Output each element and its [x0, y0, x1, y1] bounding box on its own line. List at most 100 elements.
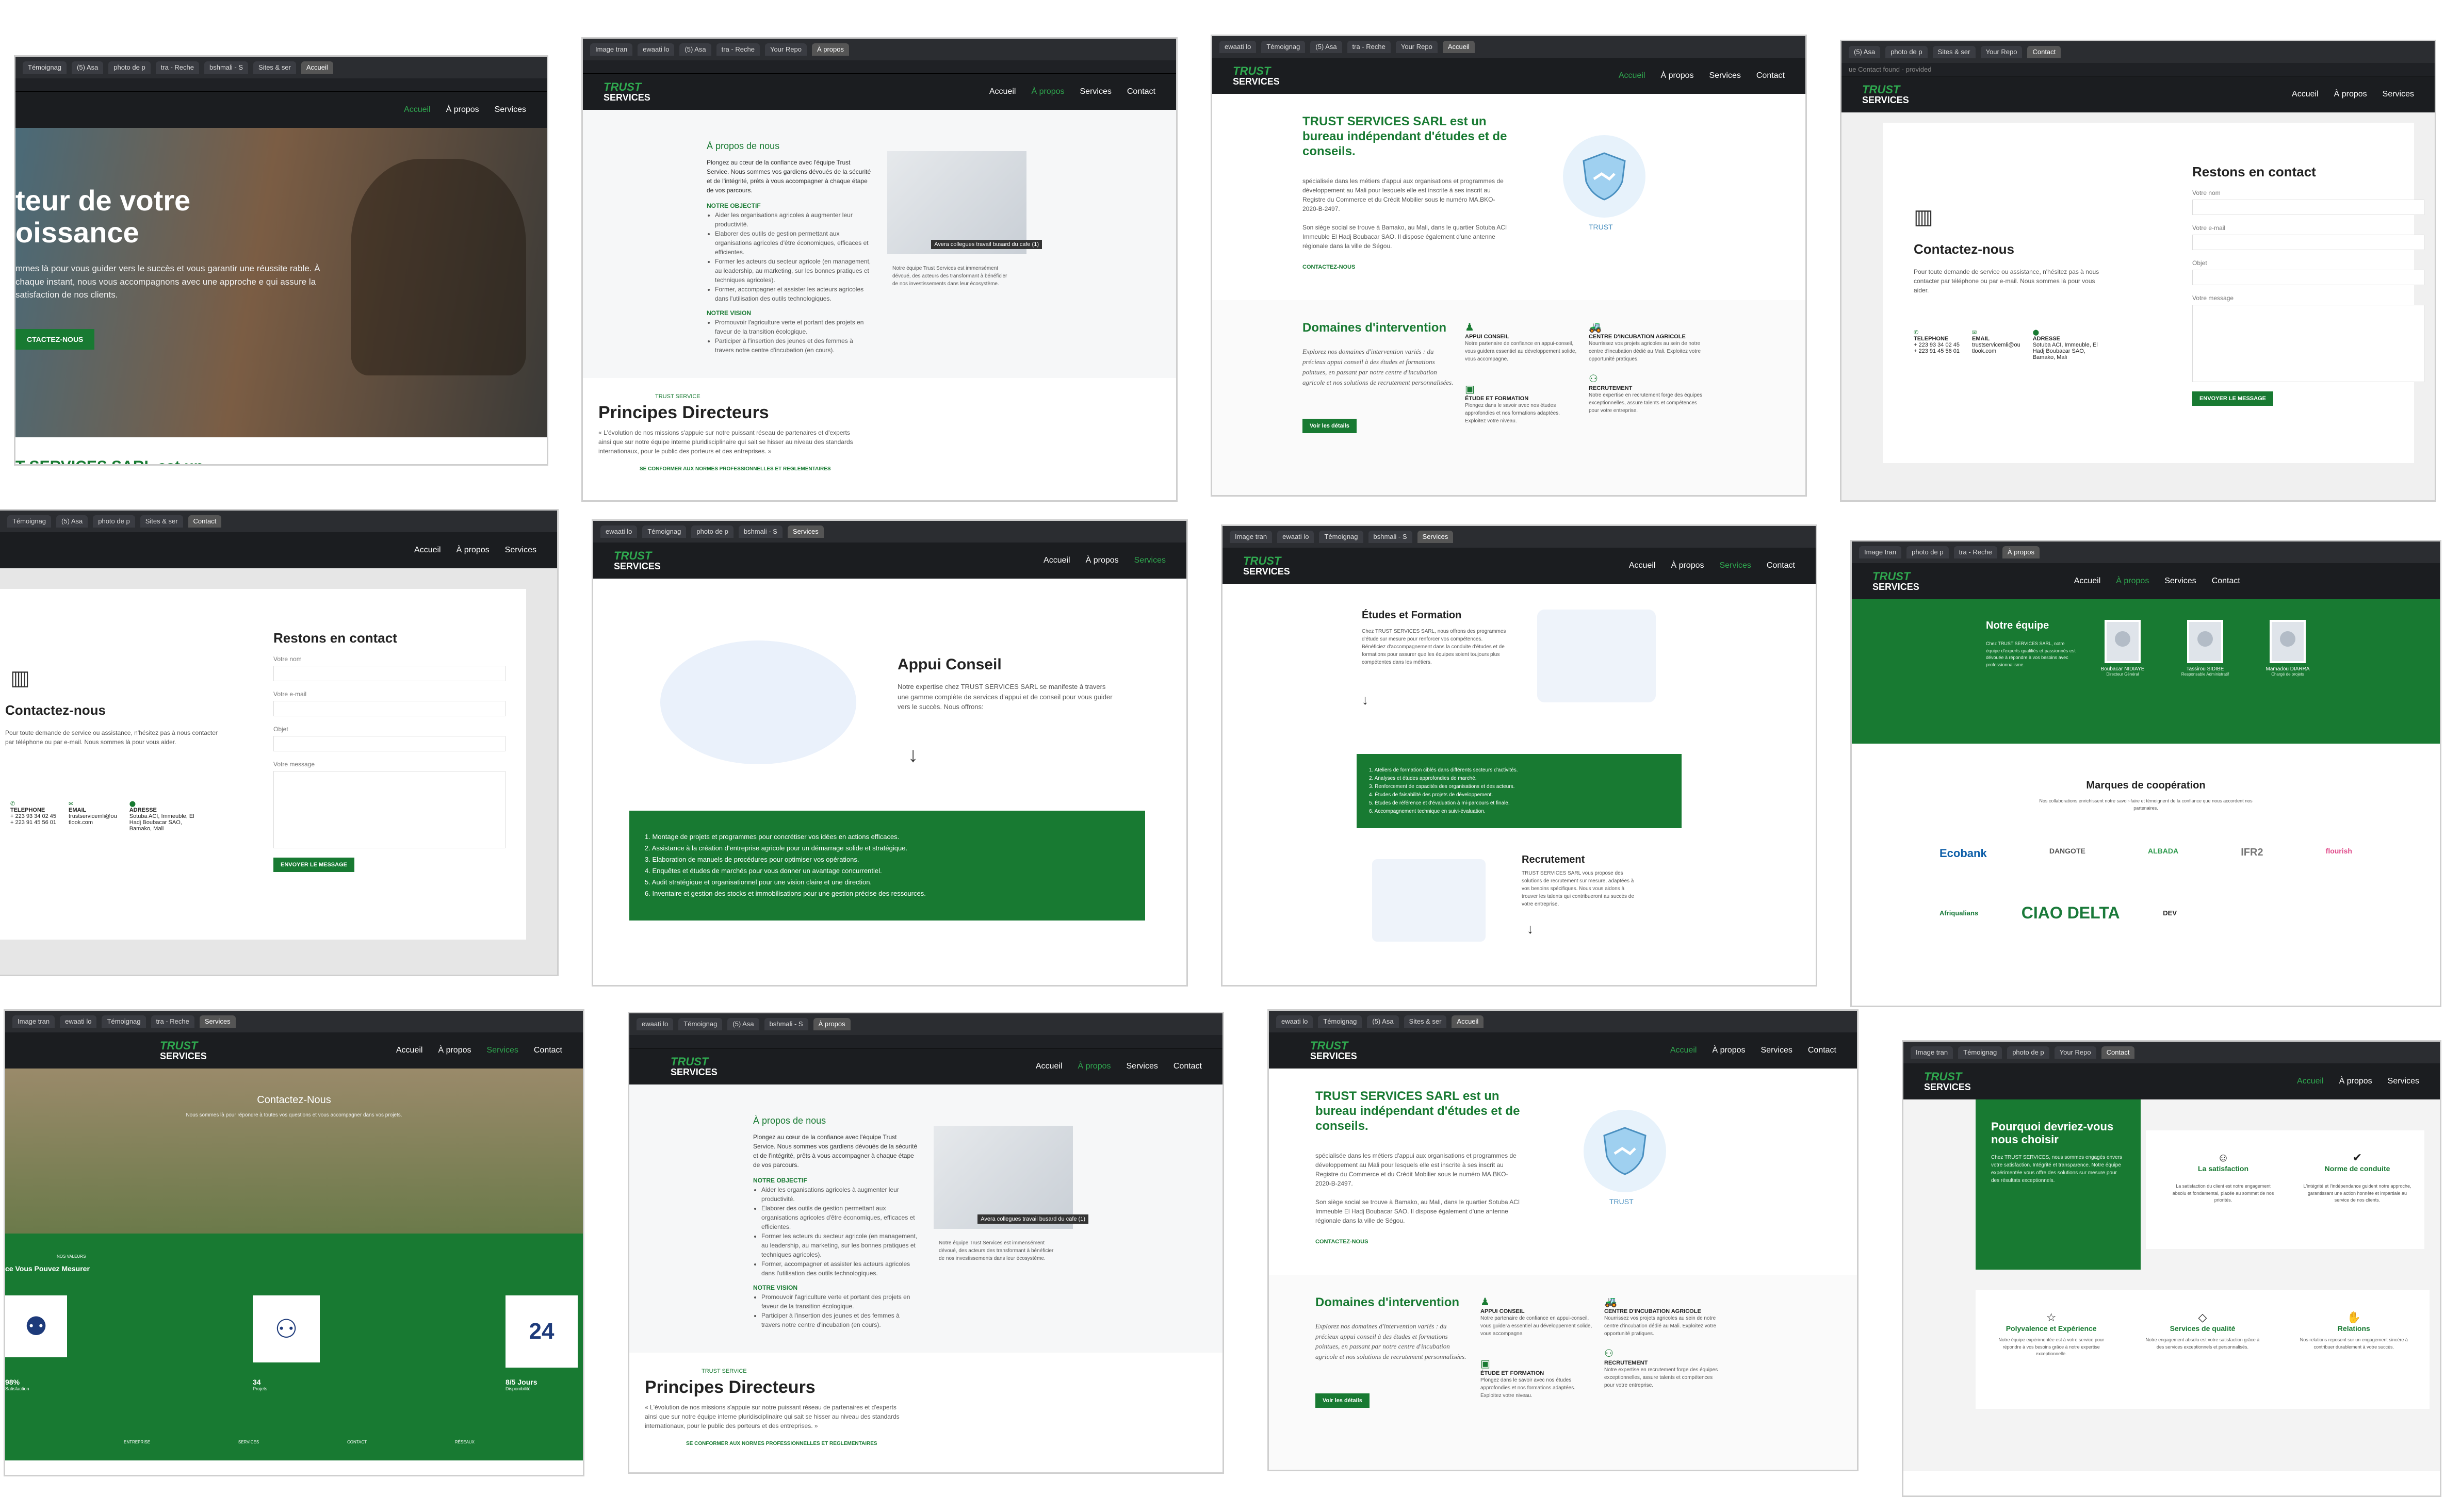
nav-apropos[interactable]: À propos [2339, 1077, 2372, 1086]
nav-services[interactable]: Services [1761, 1046, 1792, 1055]
nav-accueil[interactable]: Accueil [2292, 90, 2319, 99]
browser-tab[interactable]: tra - Reche [716, 43, 760, 56]
browser-tab[interactable]: photo de p [108, 61, 151, 74]
name-field[interactable] [273, 666, 506, 681]
browser-tab[interactable]: photo de p [2007, 1046, 2049, 1059]
browser-tab[interactable]: ewaati lo [60, 1015, 97, 1028]
nav-accueil[interactable]: Accueil [396, 1046, 423, 1055]
subject-field[interactable] [273, 736, 506, 751]
nav-accueil[interactable]: Accueil [1036, 1062, 1063, 1071]
message-field[interactable] [273, 771, 506, 848]
browser-tab[interactable]: ewaati lo [1219, 41, 1257, 53]
nav-contact[interactable]: Contact [1173, 1062, 1202, 1071]
intro-contact-link[interactable]: CONTACTEZ-NOUS [1302, 264, 1355, 270]
browser-tab[interactable]: À propos [2002, 546, 2040, 558]
browser-tab[interactable]: Image tran [1230, 531, 1273, 543]
nav-apropos[interactable]: À propos [438, 1046, 471, 1055]
browser-tab[interactable]: Services [199, 1015, 236, 1028]
nav-services[interactable]: Services [487, 1046, 518, 1055]
url-bar[interactable] [15, 78, 547, 92]
nav-accueil[interactable]: Accueil [404, 105, 431, 114]
nav-services[interactable]: Services [1080, 87, 1112, 96]
browser-tab[interactable]: ewaati lo [1277, 531, 1314, 543]
browser-tab[interactable]: tra - Reche [155, 61, 199, 74]
browser-tab[interactable]: photo de p [1885, 46, 1928, 58]
browser-tab[interactable]: Témoignag [678, 1018, 723, 1030]
site-logo[interactable]: TRUST SERVICES [1872, 571, 1919, 592]
nav-services[interactable]: Services [2388, 1077, 2419, 1086]
nav-accueil[interactable]: Accueil [414, 546, 441, 555]
nav-services[interactable]: Services [1134, 556, 1166, 565]
send-message-button[interactable]: ENVOYER LE MESSAGE [273, 858, 354, 872]
browser-tab[interactable]: Your Repo [764, 43, 807, 56]
nav-apropos[interactable]: À propos [1078, 1062, 1111, 1071]
nav-services[interactable]: Services [1720, 561, 1751, 570]
browser-tab[interactable]: Your Repo [1395, 41, 1438, 53]
url-bar[interactable] [629, 1035, 1222, 1048]
browser-tab[interactable]: Image tran [12, 1015, 55, 1028]
nav-accueil[interactable]: Accueil [989, 87, 1016, 96]
browser-tab[interactable]: tra - Reche [151, 1015, 194, 1028]
browser-tab[interactable]: ewaati lo [637, 1018, 674, 1030]
nav-apropos[interactable]: À propos [2116, 577, 2149, 586]
browser-tab[interactable]: (5) Asa [1849, 46, 1881, 58]
site-logo[interactable]: TRUST SERVICES [160, 1040, 207, 1061]
url-bar[interactable] [583, 60, 1176, 74]
browser-tab[interactable]: Contact [188, 515, 222, 528]
browser-tab[interactable]: tra - Reche [1953, 546, 1997, 558]
domaines-details-button[interactable]: Voir les détails [1302, 419, 1357, 433]
browser-tab[interactable]: Sites & ser [140, 515, 183, 528]
nav-apropos[interactable]: À propos [1712, 1046, 1745, 1055]
nav-apropos[interactable]: À propos [457, 546, 490, 555]
name-field[interactable] [2192, 200, 2424, 215]
browser-tab[interactable]: À propos [813, 1018, 851, 1030]
browser-tab[interactable]: Contact [2101, 1046, 2135, 1059]
browser-tab[interactable]: photo de p [691, 525, 734, 538]
nav-services[interactable]: Services [2164, 577, 2196, 586]
nav-apropos[interactable]: À propos [446, 105, 479, 114]
browser-tab[interactable]: bshmali - S [1368, 531, 1412, 543]
nav-apropos[interactable]: À propos [1086, 556, 1119, 565]
browser-tab[interactable]: Sites & ser [1404, 1015, 1447, 1028]
intro-contact-link[interactable]: CONTACTEZ-NOUS [1315, 1239, 1368, 1245]
email-field[interactable] [273, 701, 506, 716]
email-field[interactable] [2192, 235, 2424, 250]
browser-tab[interactable]: Accueil [1442, 41, 1475, 53]
site-logo[interactable]: TRUST SERVICES [1924, 1071, 1971, 1092]
browser-tab[interactable]: (5) Asa [56, 515, 88, 528]
browser-tab[interactable]: ewaati lo [638, 43, 675, 56]
nav-accueil[interactable]: Accueil [1619, 71, 1645, 80]
nav-accueil[interactable]: Accueil [1044, 556, 1070, 565]
hero-contact-button[interactable]: CTACTEZ-NOUS [15, 329, 95, 350]
browser-tab[interactable]: photo de p [93, 515, 135, 528]
browser-tab[interactable]: (5) Asa [1310, 41, 1342, 53]
browser-tab[interactable]: Contact [2027, 46, 2061, 58]
browser-tab[interactable]: Témoignag [1318, 1015, 1362, 1028]
browser-tab[interactable]: Accueil [301, 61, 333, 74]
browser-tab[interactable]: Image tran [590, 43, 633, 56]
browser-tab[interactable]: Your Repo [1980, 46, 2023, 58]
subject-field[interactable] [2192, 270, 2424, 285]
send-message-button[interactable]: ENVOYER LE MESSAGE [2192, 391, 2273, 406]
nav-accueil[interactable]: Accueil [2297, 1077, 2324, 1086]
site-logo[interactable]: TRUST SERVICES [1862, 84, 1909, 105]
browser-tab[interactable]: (5) Asa [72, 61, 104, 74]
browser-tab[interactable]: Témoignag [1261, 41, 1306, 53]
browser-tab[interactable]: ewaati lo [1276, 1015, 1313, 1028]
browser-tab[interactable]: Your Repo [2054, 1046, 2096, 1059]
domaines-details-button[interactable]: Voir les détails [1315, 1393, 1370, 1408]
browser-tab[interactable]: Témoignag [1319, 531, 1363, 543]
nav-contact[interactable]: Contact [1756, 71, 1785, 80]
browser-tab[interactable]: Accueil [1452, 1015, 1484, 1028]
browser-tab[interactable]: (5) Asa [1367, 1015, 1399, 1028]
nav-apropos[interactable]: À propos [2334, 90, 2367, 99]
browser-tab[interactable]: Témoignag [642, 525, 687, 538]
browser-tab[interactable]: Image tran [1911, 1046, 1953, 1059]
browser-tab[interactable]: Témoignag [1958, 1046, 2002, 1059]
browser-tab[interactable]: photo de p [1906, 546, 1949, 558]
browser-tab[interactable]: Témoignag [102, 1015, 146, 1028]
nav-services[interactable]: Services [2383, 90, 2414, 99]
browser-tab[interactable]: À propos [811, 43, 849, 56]
site-logo[interactable]: TRUST SERVICES [1310, 1040, 1357, 1061]
nav-contact[interactable]: Contact [2212, 577, 2240, 586]
